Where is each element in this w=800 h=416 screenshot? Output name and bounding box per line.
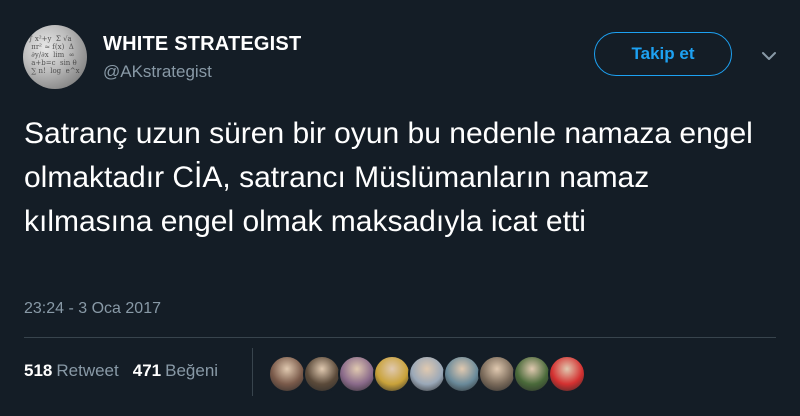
tweet-timestamp[interactable]: 23:24 - 3 Oca 2017 bbox=[24, 300, 161, 318]
liker-avatar[interactable] bbox=[373, 355, 411, 393]
retweet-count: 518 bbox=[24, 361, 53, 380]
liker-avatar[interactable] bbox=[268, 355, 306, 393]
liker-avatar[interactable] bbox=[443, 355, 481, 393]
divider bbox=[24, 337, 776, 338]
like-label: Beğeni bbox=[165, 361, 219, 380]
liker-avatars bbox=[268, 355, 586, 393]
tweet-text: Satranç uzun süren bir oyun bu nedenle n… bbox=[24, 117, 753, 238]
follow-button-label: Takip et bbox=[631, 44, 695, 63]
retweet-label: Retweet bbox=[56, 361, 119, 380]
liker-avatar[interactable] bbox=[303, 355, 341, 393]
liker-avatar[interactable] bbox=[408, 355, 446, 393]
chevron-down-icon[interactable] bbox=[760, 50, 778, 62]
avatar-formula-pattern: ∫ x²+y Σ √a πr² ≈ f(x) Δ ∂y/∂x lim ∞ a+b… bbox=[29, 35, 80, 75]
like-count: 471 bbox=[132, 361, 162, 380]
retweet-stat[interactable]: 518 Retweet bbox=[24, 361, 119, 381]
tweet-stats: 518 Retweet 471 Beğeni bbox=[24, 361, 218, 381]
user-handle[interactable]: @AKstrategist bbox=[103, 62, 212, 82]
liker-avatar[interactable] bbox=[478, 355, 516, 393]
liker-avatar[interactable] bbox=[513, 355, 551, 393]
follow-button[interactable]: Takip et bbox=[594, 32, 732, 76]
display-name[interactable]: WHITE STRATEGIST bbox=[103, 33, 301, 56]
profile-avatar[interactable]: ∫ x²+y Σ √a πr² ≈ f(x) Δ ∂y/∂x lim ∞ a+b… bbox=[23, 25, 87, 89]
liker-avatar[interactable] bbox=[338, 355, 376, 393]
stats-separator bbox=[252, 348, 253, 396]
liker-avatar[interactable] bbox=[548, 355, 586, 393]
like-stat[interactable]: 471 Beğeni bbox=[133, 361, 218, 381]
